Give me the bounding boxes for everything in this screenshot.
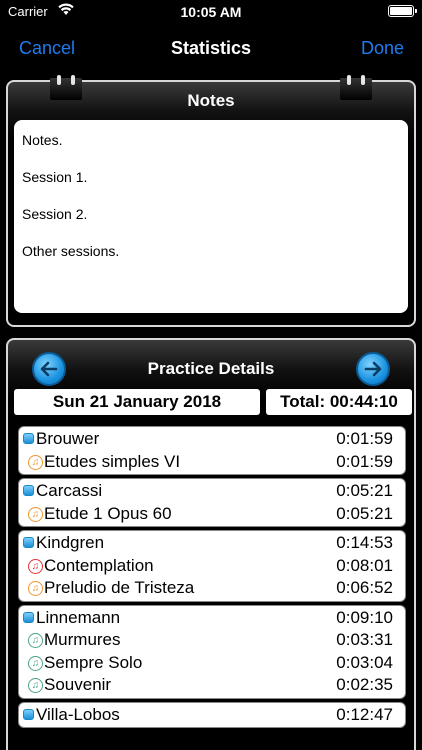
- music-note-icon: ♫: [28, 581, 43, 596]
- battery-icon: [388, 5, 417, 17]
- notes-line: Session 1.: [22, 169, 88, 185]
- piece-name: Souvenir: [44, 675, 112, 694]
- piece-row[interactable]: ♫ Preludio de Tristeza 0:06:52: [19, 577, 405, 600]
- composer-group: Linnemann 0:09:10 ♫ Murmures 0:03:31 ♫ S…: [18, 604, 406, 699]
- done-button[interactable]: Done: [361, 38, 404, 59]
- piece-time: 0:03:31: [336, 630, 393, 649]
- status-bar: Carrier 10:05 AM: [0, 0, 422, 24]
- notes-text-area[interactable]: Notes. Session 1. Session 2. Other sessi…: [14, 120, 408, 313]
- composer-time: 0:01:59: [336, 429, 393, 448]
- next-day-button[interactable]: [356, 352, 390, 386]
- composer-group: Villa-Lobos 0:12:47: [18, 701, 406, 728]
- composer-name: Kindgren: [36, 533, 105, 552]
- piece-row[interactable]: ♫ Souvenir 0:02:35: [19, 674, 405, 697]
- piece-row[interactable]: ♫ Etudes simples VI 0:01:59: [19, 451, 405, 474]
- page-title: Statistics: [170, 38, 252, 58]
- folder-icon: [23, 537, 34, 548]
- piece-time: 0:02:35: [336, 675, 393, 694]
- composer-row[interactable]: Kindgren 0:14:53: [19, 532, 405, 555]
- composer-group: Kindgren 0:14:53 ♫ Contemplation 0:08:01…: [18, 530, 406, 602]
- practice-list[interactable]: Brouwer 0:01:59 ♫ Etudes simples VI 0:01…: [18, 426, 406, 750]
- folder-icon: [23, 433, 34, 444]
- music-note-icon: ♫: [28, 633, 43, 648]
- composer-row[interactable]: Brouwer 0:01:59: [19, 428, 405, 451]
- piece-row[interactable]: ♫ Sempre Solo 0:03:04: [19, 652, 405, 675]
- piece-name: Preludio de Tristeza: [44, 578, 195, 597]
- notes-title: Notes: [187, 91, 235, 110]
- practice-details-title: Practice Details: [147, 359, 275, 378]
- clock: 10:05 AM: [180, 4, 242, 20]
- composer-group: Brouwer 0:01:59 ♫ Etudes simples VI 0:01…: [18, 426, 406, 475]
- composer-row[interactable]: Linnemann 0:09:10: [19, 607, 405, 630]
- notes-line: Session 2.: [22, 206, 88, 222]
- composer-row[interactable]: Carcassi 0:05:21: [19, 480, 405, 503]
- composer-name: Villa-Lobos: [36, 704, 120, 724]
- piece-name: Murmures: [44, 630, 121, 649]
- notes-line: Notes.: [22, 132, 63, 148]
- composer-name: Carcassi: [36, 481, 103, 500]
- composer-name: Linnemann: [36, 607, 121, 627]
- notes-panel: Notes Notes. Session 1. Session 2. Other…: [6, 75, 416, 327]
- piece-name: Sempre Solo: [44, 652, 143, 672]
- composer-row[interactable]: Villa-Lobos 0:12:47: [19, 704, 405, 727]
- folder-icon: [23, 611, 34, 623]
- music-note-icon: ♫: [28, 558, 43, 574]
- composer-name: Brouwer: [36, 429, 100, 448]
- piece-name: Etude 1 Opus 60: [44, 503, 172, 523]
- piece-name: Contemplation: [44, 555, 154, 575]
- composer-time: 0:14:53: [336, 533, 393, 552]
- piece-time: 0:06:52: [336, 578, 393, 597]
- composer-group: Carcassi 0:05:21 ♫ Etude 1 Opus 60 0:05:…: [18, 478, 406, 527]
- composer-time: 0:12:47: [336, 704, 393, 724]
- session-date: Sun 21 January 2018: [14, 389, 260, 415]
- total-time: Total: 00:44:10: [266, 389, 412, 415]
- piece-time: 0:08:01: [336, 555, 393, 575]
- piece-time: 0:05:21: [336, 503, 393, 523]
- music-note-icon: ♫: [28, 678, 43, 693]
- piece-row[interactable]: ♫ Etude 1 Opus 60 0:05:21: [19, 503, 405, 526]
- composer-time: 0:09:10: [336, 607, 393, 627]
- notes-line: Other sessions.: [22, 243, 120, 259]
- music-note-icon: ♫: [28, 506, 43, 522]
- piece-row[interactable]: ♫ Murmures 0:03:31: [19, 629, 405, 652]
- composer-time: 0:05:21: [336, 481, 393, 500]
- folder-icon: [23, 485, 34, 496]
- piece-name: Etudes simples VI: [44, 451, 181, 471]
- navigation-bar: Cancel Statistics Done: [0, 24, 422, 72]
- piece-time: 0:03:04: [336, 652, 393, 672]
- piece-row[interactable]: ♫ Contemplation 0:08:01: [19, 555, 405, 578]
- music-note-icon: ♫: [28, 454, 43, 470]
- practice-details-panel: Practice Details Sun 21 January 2018 Tot…: [6, 338, 416, 750]
- music-note-icon: ♫: [28, 655, 43, 671]
- arrow-right-icon: [364, 361, 382, 377]
- piece-time: 0:01:59: [336, 451, 393, 471]
- folder-icon: [23, 708, 34, 720]
